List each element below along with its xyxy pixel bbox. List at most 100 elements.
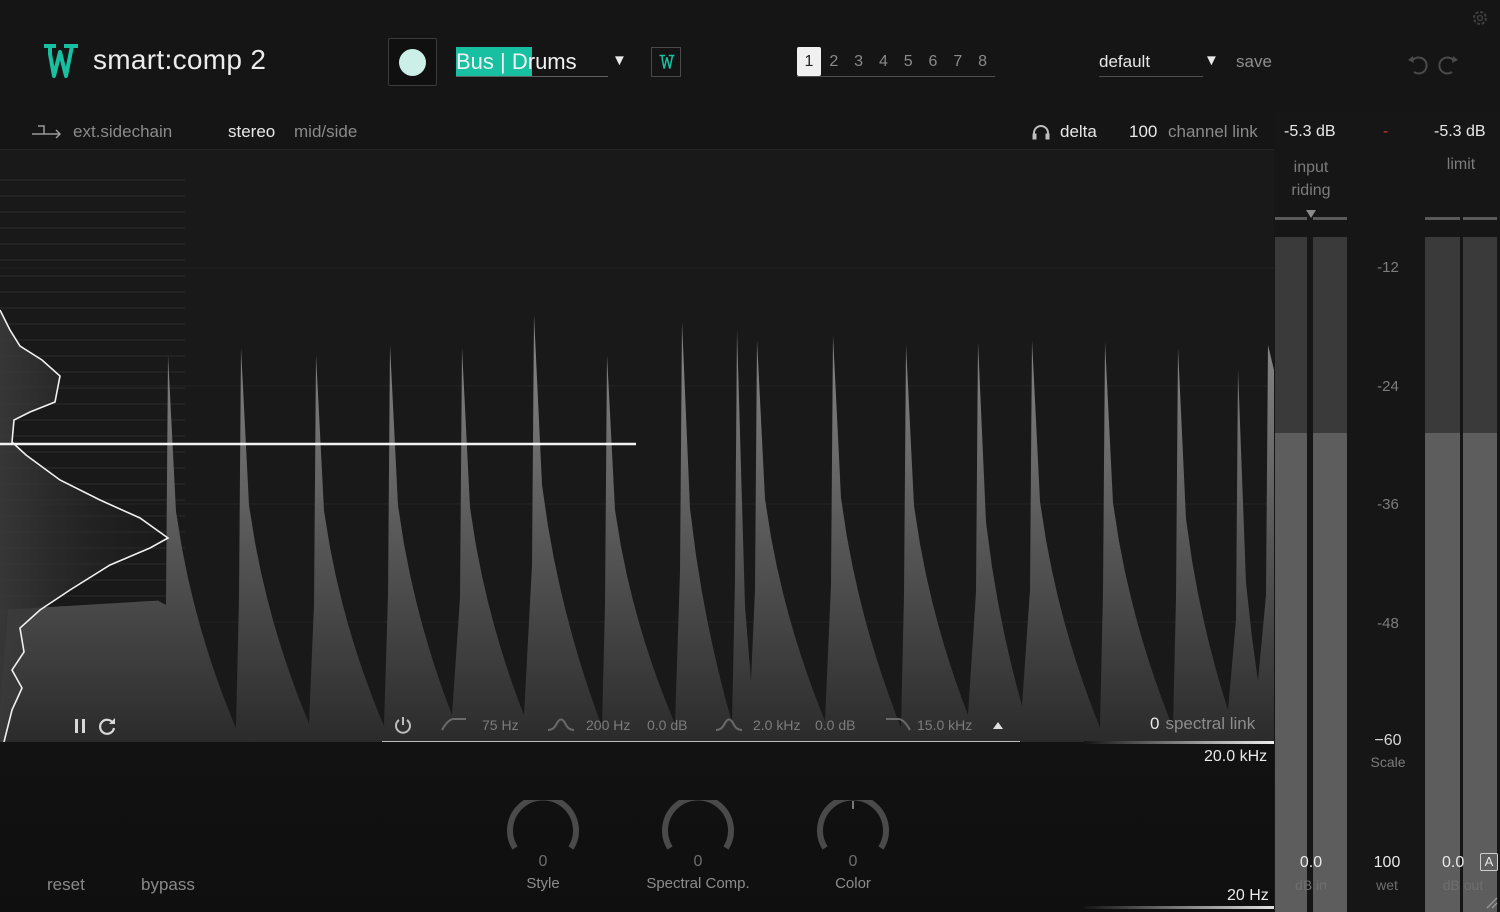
waveform-canvas bbox=[0, 179, 1274, 742]
db-in-value[interactable]: 0.0 bbox=[1280, 854, 1342, 872]
channel-link-value[interactable]: 100 bbox=[1129, 122, 1157, 142]
logo-icon bbox=[44, 44, 78, 78]
collapse-arrow-icon[interactable] bbox=[992, 720, 1004, 730]
preset-slot-3[interactable]: 3 bbox=[847, 47, 871, 76]
input-level-readout: -5.3 dB bbox=[1284, 123, 1336, 140]
learn-button[interactable] bbox=[388, 38, 437, 86]
waveform-display[interactable] bbox=[0, 150, 1274, 742]
low-band-gain[interactable]: 0.0 dB bbox=[647, 717, 687, 733]
scale-tick: −60 bbox=[1374, 732, 1402, 749]
output-level-readout: -5.3 dB bbox=[1434, 123, 1486, 140]
input-meter-right bbox=[1313, 237, 1347, 912]
output-meter-right bbox=[1463, 237, 1497, 912]
spectral-link-label: spectral link bbox=[1165, 714, 1256, 733]
wet-value[interactable]: 100 bbox=[1362, 854, 1412, 872]
profile-dropdown-arrow-icon[interactable]: ▼ bbox=[612, 52, 627, 69]
output-meter-left-fill bbox=[1425, 432, 1460, 912]
sidechain-icon[interactable] bbox=[32, 124, 62, 140]
low-bell-icon bbox=[547, 718, 575, 731]
output-meter-right-fill bbox=[1463, 432, 1497, 912]
preset-slots: 12345678 bbox=[797, 47, 995, 77]
color-knob-label: Color bbox=[835, 875, 871, 892]
waveform-shape bbox=[0, 315, 1274, 742]
preset-slot-2[interactable]: 2 bbox=[822, 47, 846, 76]
bypass-button[interactable]: bypass bbox=[141, 875, 195, 895]
preset-slot-5[interactable]: 5 bbox=[896, 47, 920, 76]
delta-toggle[interactable]: delta bbox=[1060, 122, 1097, 142]
spectral-link[interactable]: 0 spectral link bbox=[1150, 714, 1255, 734]
spectral-comp-knob-label: Spectral Comp. bbox=[646, 875, 750, 892]
freq-low-label: 20 Hz bbox=[1227, 887, 1269, 904]
preset-select[interactable]: default bbox=[1099, 52, 1203, 77]
power-icon[interactable] bbox=[394, 715, 412, 735]
scale-tick: -48 bbox=[1377, 615, 1399, 632]
spectrum-slider-track[interactable] bbox=[1084, 740, 1274, 746]
low-band-freq[interactable]: 200 Hz bbox=[586, 717, 630, 733]
resize-handle-icon[interactable] bbox=[1484, 895, 1498, 909]
learn-indicator-icon bbox=[399, 49, 426, 76]
input-riding-toggle[interactable]: input riding bbox=[1278, 156, 1344, 202]
scale-tick: -12 bbox=[1377, 259, 1399, 276]
spectral-link-value[interactable]: 0 bbox=[1150, 714, 1159, 733]
output-bar-top-right bbox=[1463, 217, 1497, 220]
high-cut-value[interactable]: 15.0 kHz bbox=[917, 717, 972, 733]
undo-icon[interactable] bbox=[1406, 52, 1430, 76]
style-knob[interactable]: 0 Style bbox=[503, 800, 583, 900]
auto-gain-toggle[interactable]: A bbox=[1480, 853, 1498, 871]
input-meter-left-fill bbox=[1275, 432, 1307, 912]
riding-handle-icon[interactable] bbox=[1305, 209, 1317, 219]
limit-toggle[interactable]: limit bbox=[1434, 156, 1488, 174]
reset-button[interactable]: reset bbox=[47, 875, 85, 895]
mode-midside-button[interactable]: mid/side bbox=[294, 122, 357, 142]
profile-select[interactable]: Bus | Drums bbox=[456, 47, 608, 77]
app-title: smart:comp 2 bbox=[93, 44, 267, 75]
mode-stereo-button[interactable]: stereo bbox=[228, 122, 275, 142]
spectral-comp-knob-arc bbox=[662, 800, 734, 850]
style-knob-label: Style bbox=[526, 875, 560, 892]
input-bar-top-left bbox=[1275, 217, 1307, 220]
filter-bar: 75 Hz 200 Hz 0.0 dB 2.0 kHz 0.0 dB 15.0 … bbox=[382, 708, 1020, 743]
pause-icon[interactable] bbox=[72, 716, 88, 736]
high-cut-icon bbox=[886, 718, 911, 731]
redo-icon[interactable] bbox=[1436, 52, 1460, 76]
spectral-comp-knob-value: 0 bbox=[693, 853, 703, 870]
preset-slot-1[interactable]: 1 bbox=[797, 47, 821, 76]
output-meter-left bbox=[1425, 237, 1460, 912]
color-knob[interactable]: 0 Color bbox=[813, 800, 893, 900]
wet-label: wet bbox=[1376, 877, 1398, 893]
loop-icon[interactable] bbox=[96, 715, 118, 737]
ext-sidechain-toggle[interactable]: ext.sidechain bbox=[73, 122, 172, 142]
spectral-comp-knob[interactable]: 0 Spectral Comp. bbox=[646, 800, 750, 900]
headphones-icon[interactable] bbox=[1031, 123, 1051, 141]
freq-high-label: 20.0 kHz bbox=[1204, 748, 1268, 765]
preset-slot-7[interactable]: 7 bbox=[946, 47, 970, 76]
low-cut-icon bbox=[441, 718, 466, 731]
preset-slot-4[interactable]: 4 bbox=[871, 47, 895, 76]
meter-panel: -5.3 dB - -5.3 dB input riding limit -12… bbox=[1274, 112, 1500, 912]
save-button[interactable]: save bbox=[1236, 52, 1272, 72]
style-knob-value: 0 bbox=[538, 853, 548, 870]
low-cut-value[interactable]: 75 Hz bbox=[482, 717, 519, 733]
input-meter-left bbox=[1275, 237, 1307, 912]
scale-tick: -24 bbox=[1377, 378, 1399, 395]
profile-logo-button[interactable] bbox=[651, 47, 681, 77]
spectrum-slider-track-low[interactable] bbox=[1084, 905, 1274, 911]
db-in-label: dB in bbox=[1295, 877, 1327, 893]
profile-label: Bus | Drums bbox=[456, 49, 577, 74]
level-separator: - bbox=[1383, 123, 1389, 140]
output-bar-top-left bbox=[1425, 217, 1460, 220]
toolbar-row: ext.sidechain stereo mid/side delta 100 … bbox=[0, 112, 1274, 150]
preset-slot-8[interactable]: 8 bbox=[971, 47, 995, 76]
preset-slot-6[interactable]: 6 bbox=[921, 47, 945, 76]
gear-icon[interactable] bbox=[1470, 8, 1490, 28]
mid-band-freq[interactable]: 2.0 kHz bbox=[753, 717, 800, 733]
db-out-label: dB out bbox=[1442, 877, 1484, 893]
channel-link-label: channel link bbox=[1168, 122, 1258, 141]
mid-bell-icon bbox=[715, 718, 743, 731]
preset-dropdown-arrow-icon[interactable]: ▼ bbox=[1204, 52, 1219, 69]
scale-tick: -36 bbox=[1377, 496, 1399, 513]
scale-button[interactable]: Scale bbox=[1363, 754, 1413, 770]
mid-band-gain[interactable]: 0.0 dB bbox=[815, 717, 855, 733]
input-meter-right-fill bbox=[1313, 432, 1347, 912]
db-out-value[interactable]: 0.0 bbox=[1442, 854, 1464, 872]
